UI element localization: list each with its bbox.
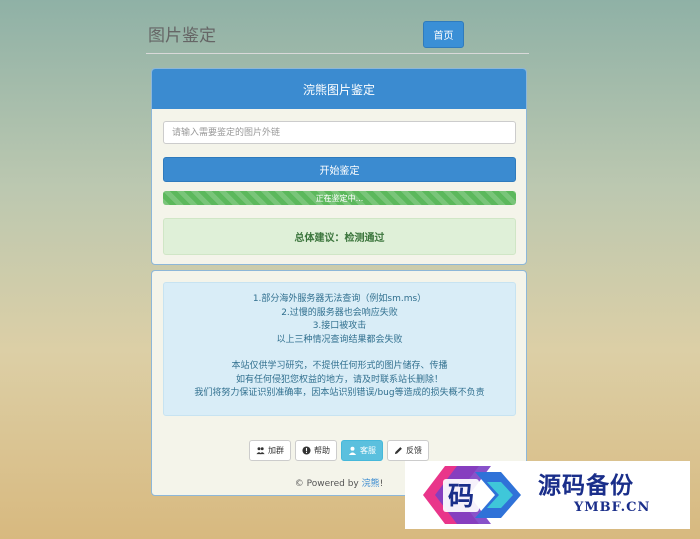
notice-alert: 1.部分海外服务器无法查询（例如sm.ms） 2.过慢的服务器也会响应失败 3.… (163, 282, 516, 416)
action-button-row: 加群 帮助 客服 反馈 (249, 440, 429, 461)
feedback-label: 反馈 (406, 446, 422, 455)
users-icon (256, 447, 265, 455)
help-button[interactable]: 帮助 (295, 440, 337, 461)
watermark-subtitle: YMBF.CN (574, 500, 651, 515)
progress-track: 正在鉴定中... (163, 191, 516, 205)
page-header: 图片鉴定 首页 (146, 14, 529, 54)
feedback-button[interactable]: 反馈 (387, 440, 429, 461)
disclaimer-line: 本站仅供学习研究，不提供任何形式的图片储存、传播 (231, 361, 448, 371)
page-title: 图片鉴定 (148, 26, 216, 46)
footer-author-link[interactable]: 浣熊 (362, 479, 380, 489)
disclaimer-line: 如有任何侵犯您权益的地方，请及时联系站长删除！ (235, 374, 443, 385)
notice-line: 以上三种情况查询结果都会失败 (276, 334, 403, 345)
user-icon (348, 446, 357, 455)
pencil-icon (394, 447, 402, 455)
notice-line: 3.接口被攻击 (312, 321, 367, 331)
checker-panel: 浣熊图片鉴定 开始鉴定 正在鉴定中... 总体建议：检测通过 (151, 68, 527, 265)
join-group-button[interactable]: 加群 (249, 440, 291, 461)
result-alert: 总体建议：检测通过 (163, 218, 516, 255)
help-label: 帮助 (314, 446, 330, 455)
footer-prefix: © Powered by (294, 479, 359, 489)
watermark-title: 源码备份 (538, 472, 634, 499)
join-group-label: 加群 (268, 446, 284, 455)
image-url-input[interactable] (163, 121, 516, 144)
disclaimer-line: 我们将努力保证识别准确率，因本站识别错误/bug等造成的损失概不负责 (194, 388, 485, 398)
notice-spacer (164, 347, 515, 360)
watermark-emblem-icon: 码 (423, 466, 521, 524)
help-icon (302, 446, 311, 455)
start-check-button[interactable]: 开始鉴定 (163, 157, 516, 182)
customer-service-label: 客服 (360, 446, 376, 455)
watermark-logo: 码 源码备份 YMBF.CN (405, 461, 690, 529)
progress-bar: 正在鉴定中... (163, 191, 516, 205)
home-button[interactable]: 首页 (423, 21, 464, 48)
watermark-logo-char: 码 (448, 482, 474, 512)
notice-line: 2.过慢的服务器也会响应失败 (281, 307, 398, 318)
customer-service-button[interactable]: 客服 (341, 440, 383, 461)
notice-line: 1.部分海外服务器无法查询（例如sm.ms） (252, 294, 427, 304)
footer-suffix: ! (379, 479, 384, 489)
checker-panel-heading: 浣熊图片鉴定 (152, 69, 526, 109)
